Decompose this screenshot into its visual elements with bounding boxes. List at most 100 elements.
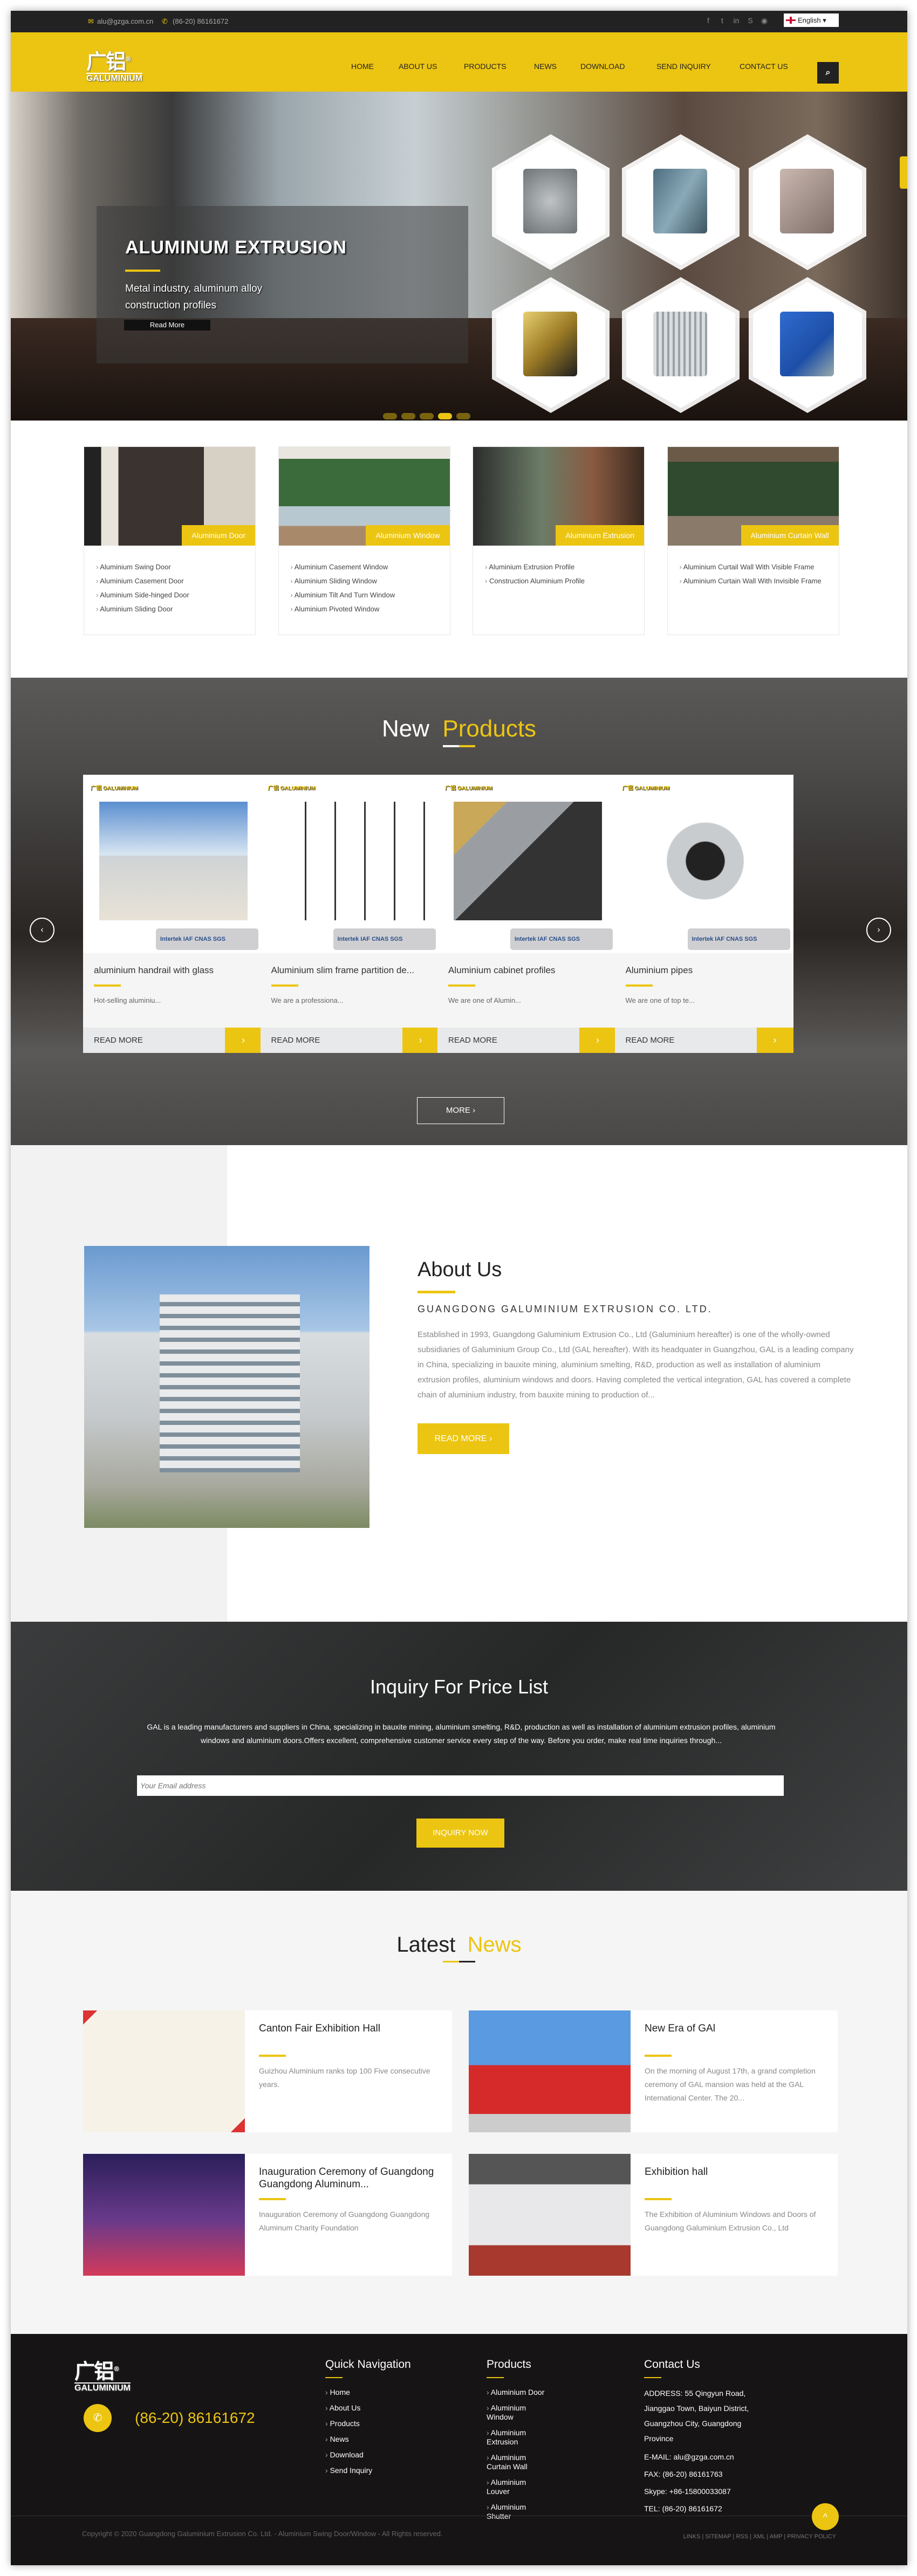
category-label[interactable]: Aluminium Window (366, 525, 450, 546)
footer-product-link[interactable]: Aluminium Curtain Wall (487, 2453, 546, 2471)
chevron-right-icon[interactable]: › (579, 1028, 616, 1053)
news-image[interactable] (469, 2154, 631, 2276)
twitter-icon[interactable]: t (717, 16, 727, 27)
category-link[interactable]: Aluminium Tilt And Turn Window (291, 591, 442, 600)
read-more-label[interactable]: READ MORE (271, 1036, 320, 1045)
footer-link[interactable]: AMP (770, 2533, 783, 2540)
category-card[interactable]: Aluminium Window Aluminium Casement Windo… (278, 446, 450, 635)
more-products-button[interactable]: MORE › (417, 1097, 504, 1124)
back-to-top-button[interactable]: ^ (812, 2503, 839, 2530)
category-link[interactable]: Aluminium Casement Door (96, 577, 247, 586)
news-card[interactable]: Inauguration Ceremony of Guangdong Guang… (83, 2154, 452, 2276)
category-link[interactable]: Construction Aluminium Profile (485, 577, 636, 586)
nav-products[interactable]: PRODUCTS (464, 62, 507, 71)
slider-dot[interactable] (383, 413, 397, 419)
footer-nav-link[interactable]: Home (325, 2388, 395, 2397)
product-image[interactable] (454, 802, 602, 920)
slider-dot[interactable] (438, 413, 452, 419)
footer-link[interactable]: XML (753, 2533, 765, 2540)
nav-news[interactable]: NEWS (534, 62, 557, 71)
category-card[interactable]: Aluminium Extrusion Aluminium Extrusion P… (473, 446, 645, 635)
category-link[interactable]: Aluminium Casement Window (291, 563, 442, 571)
category-label[interactable]: Aluminium Extrusion (556, 525, 644, 546)
category-link[interactable]: Aluminium Sliding Window (291, 577, 442, 586)
news-title[interactable]: Canton Fair Exhibition Hall (259, 2022, 437, 2035)
footer-nav-link[interactable]: Download (325, 2450, 395, 2460)
footer-nav-link[interactable]: Send Inquiry (325, 2466, 395, 2475)
product-title[interactable]: Aluminium cabinet profiles (448, 965, 610, 976)
category-label[interactable]: Aluminium Door (182, 525, 255, 546)
footer-product-link[interactable]: Aluminium Louver (487, 2478, 546, 2496)
email-input[interactable] (137, 1775, 784, 1796)
footer-product-link[interactable]: Aluminium Extrusion (487, 2428, 546, 2447)
category-link[interactable]: Aluminium Swing Door (96, 563, 247, 571)
language-selector[interactable]: English ▾ (784, 13, 839, 27)
read-more-bar[interactable]: READ MORE › (614, 1028, 793, 1053)
top-email[interactable]: alu@gzga.com.cn (97, 17, 153, 25)
read-more-bar[interactable]: READ MORE › (437, 1028, 616, 1053)
slider-dot[interactable] (456, 413, 470, 419)
nav-download[interactable]: DOWNLOAD (580, 62, 625, 71)
news-image[interactable] (83, 2154, 245, 2276)
read-more-label[interactable]: READ MORE (448, 1036, 497, 1045)
skype-icon[interactable]: S (745, 16, 755, 27)
news-card[interactable]: Canton Fair Exhibition Hall Guizhou Alumi… (83, 2010, 452, 2132)
facebook-icon[interactable]: f (703, 16, 713, 27)
product-title[interactable]: Aluminium slim frame partition de... (271, 965, 433, 976)
category-link[interactable]: Aluminium Curtain Wall With Invisible Fr… (680, 577, 831, 586)
hero-read-more-button[interactable]: Read More (124, 320, 210, 330)
product-card[interactable]: 广铝 GALUMINIUM Intertek IAF CNAS SGS alumin… (83, 775, 262, 1053)
footer-nav-link[interactable]: Products (325, 2419, 395, 2428)
footer-link[interactable]: PRIVACY POLICY (787, 2533, 836, 2540)
logo[interactable]: 广铝® GALUMINIUM (86, 49, 183, 83)
chevron-right-icon[interactable]: › (225, 1028, 262, 1053)
read-more-label[interactable]: READ MORE (94, 1036, 143, 1045)
footer-nav-link[interactable]: News (325, 2435, 395, 2444)
category-link[interactable]: Aluminium Side-hinged Door (96, 591, 247, 600)
category-link[interactable]: Aluminium Sliding Door (96, 605, 247, 614)
nav-send-inquiry[interactable]: SEND INQUIRY (656, 62, 711, 71)
footer-nav-link[interactable]: About Us (325, 2403, 395, 2413)
category-link[interactable]: Aluminium Curtail Wall With Visible Fram… (680, 563, 831, 571)
category-link[interactable]: Aluminium Extrusion Profile (485, 563, 636, 571)
news-card[interactable]: Exhibition hall The Exhibition of Alumini… (469, 2154, 838, 2276)
read-more-bar[interactable]: READ MORE › (260, 1028, 439, 1053)
inquiry-now-button[interactable]: INQUIRY NOW (416, 1819, 504, 1848)
news-image[interactable] (83, 2010, 245, 2132)
footer-product-link[interactable]: Aluminium Window (487, 2403, 546, 2422)
footer-product-link[interactable]: Aluminium Door (487, 2388, 546, 2397)
side-chat-tab[interactable] (900, 156, 907, 189)
news-image[interactable] (469, 2010, 631, 2132)
next-arrow-button[interactable]: › (866, 918, 891, 942)
news-title[interactable]: Inauguration Ceremony of Guangdong Guang… (259, 2166, 437, 2191)
read-more-bar[interactable]: READ MORE › (83, 1028, 262, 1053)
footer-link[interactable]: SITEMAP (705, 2533, 731, 2540)
slider-dot[interactable] (420, 413, 434, 419)
chevron-right-icon[interactable]: › (402, 1028, 439, 1053)
product-card[interactable]: 广铝 GALUMINIUM Intertek IAF CNAS SGS Alumin… (437, 775, 616, 1053)
product-image[interactable] (99, 802, 248, 920)
news-title[interactable]: New Era of GAl (645, 2022, 823, 2035)
nav-home[interactable]: HOME (351, 62, 374, 71)
category-label[interactable]: Aluminium Curtain Wall (741, 525, 839, 546)
category-link[interactable]: Aluminium Pivoted Window (291, 605, 442, 614)
about-read-more-button[interactable]: READ MORE › (418, 1423, 509, 1454)
category-card[interactable]: Aluminium Curtain Wall Aluminium Curtail … (667, 446, 839, 635)
read-more-label[interactable]: READ MORE (626, 1036, 675, 1045)
linkedin-icon[interactable]: in (731, 16, 741, 27)
slider-dot[interactable] (401, 413, 415, 419)
nav-about-us[interactable]: ABOUT US (399, 62, 437, 71)
footer-logo[interactable]: 广铝® GALUMINIUM (74, 2358, 172, 2393)
footer-link[interactable]: RSS (736, 2533, 748, 2540)
product-image[interactable] (276, 802, 425, 920)
footer-link[interactable]: LINKS (683, 2533, 701, 2540)
product-card[interactable]: 广铝 GALUMINIUM Intertek IAF CNAS SGS Alumin… (260, 775, 439, 1053)
footer-product-link[interactable]: Aluminium Shutter (487, 2503, 546, 2521)
prev-arrow-button[interactable]: ‹ (30, 918, 54, 942)
search-button[interactable]: ⌕ (817, 62, 839, 84)
product-image[interactable] (631, 802, 779, 920)
product-title[interactable]: aluminium handrail with glass (94, 965, 256, 976)
contact-skype[interactable]: Skype: +86-15800033087 (644, 2484, 752, 2499)
chevron-right-icon[interactable]: › (756, 1028, 793, 1053)
product-title[interactable]: Aluminium pipes (626, 965, 788, 976)
